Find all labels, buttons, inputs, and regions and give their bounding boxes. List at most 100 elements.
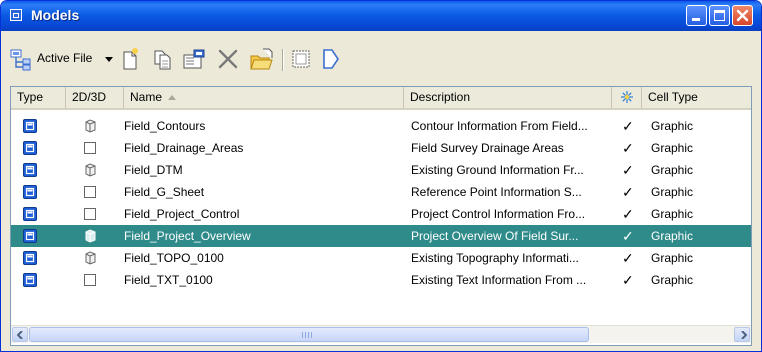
column-label: Description <box>410 90 471 104</box>
model-type-icon <box>23 141 37 155</box>
table-row[interactable]: Field_Drainage_Areas Field Survey Draina… <box>11 137 751 159</box>
display-check[interactable]: ✓ <box>622 247 640 269</box>
close-icon <box>736 9 749 22</box>
model-name: Field_G_Sheet <box>124 185 205 199</box>
toolbar <box>2 31 760 86</box>
scroll-grip <box>302 332 314 338</box>
display-check[interactable]: ✓ <box>622 137 640 159</box>
model-type-icon <box>23 273 37 287</box>
model-properties-icon[interactable] <box>182 47 206 71</box>
model-type-icon <box>23 185 37 199</box>
column-header-cell-type[interactable]: Cell Type <box>642 87 751 108</box>
horizontal-scrollbar[interactable] <box>11 325 751 343</box>
display-check[interactable]: ✓ <box>622 269 640 291</box>
model-description: Project Overview Of Field Sur... <box>411 229 579 243</box>
model-name: Field_Drainage_Areas <box>124 141 244 155</box>
model-name: Field_TXT_0100 <box>124 273 213 287</box>
model-description: Existing Text Information From ... <box>411 273 587 287</box>
table-row[interactable]: Field_DTM Existing Ground Information Fr… <box>11 159 751 181</box>
model-type-icon <box>23 163 37 177</box>
cell-type: Graphic <box>651 229 694 243</box>
delete-icon[interactable] <box>216 47 240 71</box>
import-icon[interactable] <box>249 47 275 71</box>
square-2d-icon <box>84 208 96 220</box>
sort-ascending-icon <box>168 95 177 101</box>
close-button[interactable] <box>732 5 753 26</box>
cell-type: Graphic <box>651 251 694 265</box>
table-row[interactable]: Field_Contours Contour Information From … <box>11 115 751 137</box>
cell-type: Graphic <box>651 163 694 177</box>
square-2d-icon <box>84 142 96 154</box>
table-row[interactable]: Field_TOPO_0100 Existing Topography Info… <box>11 247 751 269</box>
display-check[interactable]: ✓ <box>622 181 640 203</box>
model-name: Field_TOPO_0100 <box>124 251 224 265</box>
model-name: Field_DTM <box>124 163 183 177</box>
new-model-icon[interactable] <box>119 47 141 71</box>
column-header-name[interactable]: Name <box>124 87 404 108</box>
square-2d-icon <box>84 274 96 286</box>
model-name: Field_Contours <box>124 119 206 133</box>
model-name: Field_Project_Control <box>124 207 240 221</box>
model-description: Contour Information From Field... <box>411 119 588 133</box>
cell-type: Graphic <box>651 185 694 199</box>
table-row[interactable]: Field_G_Sheet Reference Point Informatio… <box>11 181 751 203</box>
table-row[interactable]: Field_Project_Control Project Control In… <box>11 203 751 225</box>
display-check[interactable]: ✓ <box>622 159 640 181</box>
models-app-icon[interactable] <box>10 9 22 21</box>
scroll-left-button[interactable] <box>12 327 28 342</box>
active-file-icon[interactable] <box>9 47 35 71</box>
display-check[interactable]: ✓ <box>622 203 640 225</box>
column-label: Cell Type <box>648 90 698 104</box>
cell-type: Graphic <box>651 273 694 287</box>
cube-3d-icon <box>85 163 96 177</box>
cell-type: Graphic <box>651 207 694 221</box>
column-header-description[interactable]: Description <box>404 87 612 108</box>
cube-3d-icon <box>85 251 96 265</box>
display-column-icon <box>621 91 633 103</box>
model-description: Project Control Information Fro... <box>411 207 586 221</box>
toolbar-separator <box>282 49 284 71</box>
model-description: Existing Topography Informati... <box>411 251 579 265</box>
scroll-left-icon <box>17 331 23 339</box>
model-type-icon <box>23 229 37 243</box>
maximize-icon <box>714 10 725 21</box>
copy-model-icon[interactable] <box>151 47 175 71</box>
cube-3d-icon <box>85 119 96 133</box>
frame-icon[interactable] <box>290 47 312 71</box>
square-2d-icon <box>84 186 96 198</box>
cube-3d-icon <box>85 229 96 243</box>
model-description: Reference Point Information S... <box>411 185 582 199</box>
column-label: 2D/3D <box>72 90 107 104</box>
column-header-type[interactable]: Type <box>11 87 66 108</box>
scroll-right-button[interactable] <box>734 327 750 342</box>
column-label: Type <box>17 90 44 104</box>
minimize-button[interactable] <box>686 5 707 26</box>
model-type-icon <box>23 251 37 265</box>
column-header-2d3d[interactable]: 2D/3D <box>66 87 124 108</box>
maximize-button[interactable] <box>709 5 730 26</box>
active-file-label[interactable]: Active File <box>37 51 92 65</box>
table-row[interactable]: Field_Project_Overview Project Overview … <box>11 225 751 247</box>
title-bar[interactable]: Models <box>1 1 761 31</box>
scroll-right-icon <box>741 331 747 339</box>
cell-type: Graphic <box>651 119 694 133</box>
model-description: Field Survey Drainage Areas <box>411 141 564 155</box>
model-name: Field_Project_Overview <box>124 229 251 243</box>
column-label: Name <box>130 90 163 104</box>
column-header-display[interactable] <box>612 87 642 108</box>
flag-icon[interactable] <box>320 47 342 71</box>
minimize-icon <box>692 18 700 21</box>
models-window: Models Active File Type 2D/3D Name Descr… <box>0 0 762 352</box>
model-description: Existing Ground Information Fr... <box>411 163 584 177</box>
display-check[interactable]: ✓ <box>622 225 640 247</box>
display-check[interactable]: ✓ <box>622 115 640 137</box>
window-title: Models <box>31 7 80 23</box>
table-row[interactable]: Field_TXT_0100 Existing Text Information… <box>11 269 751 291</box>
list-header: Type 2D/3D Name Description Cell Type <box>11 87 751 110</box>
models-list[interactable]: Type 2D/3D Name Description Cell Type Fi… <box>10 86 752 346</box>
chevron-down-icon[interactable] <box>105 57 113 62</box>
cell-type: Graphic <box>651 141 694 155</box>
scroll-thumb[interactable] <box>29 327 589 342</box>
model-type-icon <box>23 207 37 221</box>
model-type-icon <box>23 119 37 133</box>
